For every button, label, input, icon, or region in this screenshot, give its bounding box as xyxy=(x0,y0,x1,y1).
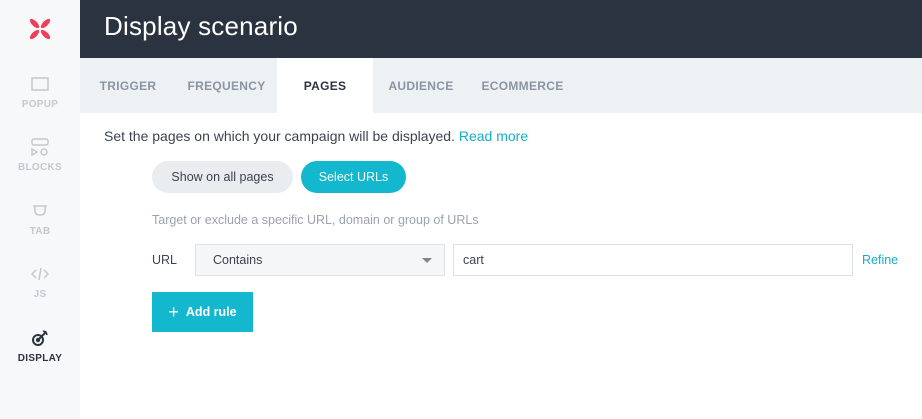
tab-icon xyxy=(28,199,52,223)
url-hint: Target or exclude a specific URL, domain… xyxy=(152,213,479,227)
page-header: Display scenario xyxy=(80,0,922,58)
tab-bar: TRIGGER FREQUENCY PAGES AUDIENCE ECOMMER… xyxy=(80,58,922,113)
popup-icon xyxy=(28,72,52,96)
sidebar-item-tab[interactable]: TAB xyxy=(0,199,80,249)
sidebar: POPUP BLOCKS TAB JS DISPLAY xyxy=(0,0,80,419)
chevron-down-icon xyxy=(422,258,432,263)
sidebar-item-label: JS xyxy=(33,289,47,300)
sidebar-item-display[interactable]: DISPLAY xyxy=(0,326,80,376)
blocks-icon xyxy=(28,135,52,159)
plus-icon: + xyxy=(168,302,179,322)
sidebar-item-label: TAB xyxy=(29,226,51,237)
refine-link[interactable]: Refine xyxy=(862,253,898,267)
sidebar-item-js[interactable]: JS xyxy=(0,262,80,312)
tab-frequency[interactable]: FREQUENCY xyxy=(176,58,277,113)
sidebar-item-label: POPUP xyxy=(21,99,59,110)
add-rule-label: Add rule xyxy=(185,305,237,319)
sidebar-item-label: BLOCKS xyxy=(17,162,63,173)
app-root: POPUP BLOCKS TAB JS DISPLAY Display scen… xyxy=(0,0,922,419)
url-label: URL xyxy=(152,253,178,267)
show-all-pages-button[interactable]: Show on all pages xyxy=(152,161,293,193)
sidebar-item-blocks[interactable]: BLOCKS xyxy=(0,135,80,185)
tab-pages[interactable]: PAGES xyxy=(277,58,373,113)
url-operator-value: Contains xyxy=(213,253,263,267)
pages-intro: Set the pages on which your campaign wil… xyxy=(104,128,528,144)
tab-audience[interactable]: AUDIENCE xyxy=(373,58,469,113)
sidebar-item-popup[interactable]: POPUP xyxy=(0,72,80,122)
tab-ecommerce[interactable]: ECOMMERCE xyxy=(469,58,576,113)
read-more-link[interactable]: Read more xyxy=(459,128,528,144)
code-icon xyxy=(28,262,52,286)
logo-icon xyxy=(29,18,51,40)
page-title: Display scenario xyxy=(104,11,298,41)
logo[interactable] xyxy=(0,0,80,58)
url-operator-select[interactable]: Contains xyxy=(195,244,445,276)
target-icon xyxy=(28,326,52,350)
tab-trigger[interactable]: TRIGGER xyxy=(80,58,176,113)
sidebar-item-label: DISPLAY xyxy=(17,353,63,364)
select-urls-button[interactable]: Select URLs xyxy=(301,161,406,193)
add-rule-button[interactable]: + Add rule xyxy=(152,292,253,332)
url-value-input[interactable] xyxy=(453,244,853,276)
intro-text: Set the pages on which your campaign wil… xyxy=(104,128,455,144)
